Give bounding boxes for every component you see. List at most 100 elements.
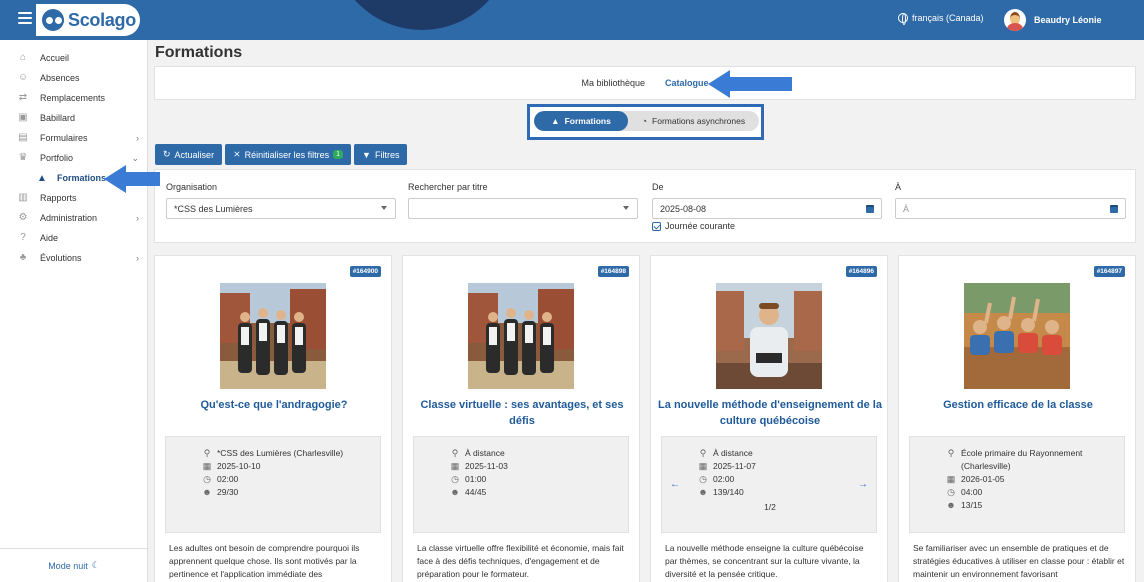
formation-thumbnail (716, 283, 822, 389)
sidebar-item-label: Rapports (40, 193, 77, 203)
detail-seats: ☻ 139/140 (698, 486, 744, 499)
top-bar: Scolago français (Canada) Beaudry Léonie (0, 0, 1144, 40)
formation-description: La classe virtuelle offre flexibilité et… (417, 543, 624, 579)
clock-icon: ◷ (947, 487, 955, 497)
caret-down-icon (623, 206, 629, 210)
formation-card[interactable]: #164897 Gestion efficace de la classe ⚲ É… (898, 255, 1136, 582)
organisation-value: *CSS des Lumières (174, 203, 253, 214)
sidebar-item-absences[interactable]: ☺ Absences (0, 68, 147, 88)
location-text: À distance (713, 448, 753, 458)
language-label: français (Canada) (912, 13, 984, 23)
sidebar-item-label: Remplacements (40, 93, 106, 103)
user-menu[interactable]: Beaudry Léonie (1004, 9, 1102, 31)
reset-filters-button[interactable]: ⨯ Réinitialiser les filtres 1 (225, 144, 352, 165)
users-icon: ☻ (450, 487, 460, 497)
formation-card[interactable]: #164896 La nouvelle méthode d'enseigneme… (650, 255, 888, 582)
duration-text: 02:00 (217, 474, 239, 484)
brand-logo[interactable]: Scolago (36, 4, 140, 36)
date-text: 2025-11-03 (465, 461, 508, 471)
refresh-button[interactable]: ↻ Actualiser (155, 144, 223, 165)
seats-text: 29/30 (217, 487, 239, 497)
date-from-input[interactable]: 2025-08-08 (652, 198, 882, 219)
detail-duration: ◷ 01:00 (450, 473, 486, 486)
formation-card[interactable]: #164898 Classe virtuelle : ses avantages… (402, 255, 640, 582)
formation-title[interactable]: Qu'est-ce que l'andragogie? (161, 397, 387, 413)
detail-location: ⚲ École primaire du Rayonnement (Charlesv… (946, 447, 1116, 473)
sidebar-item-accueil[interactable]: ⌂ Accueil (0, 48, 147, 68)
graduation-cap-icon: ▲ (551, 116, 560, 126)
organisation-select[interactable]: *CSS des Lumières (166, 198, 396, 219)
users-icon: ☻ (946, 500, 956, 510)
avatar (1004, 9, 1026, 31)
map-pin-icon: ⚲ (451, 448, 459, 458)
brand-name: Scolago (68, 9, 136, 30)
seats-text: 139/140 (713, 487, 744, 497)
form-icon: ▤ (18, 132, 28, 143)
sidebar-item-remplacements[interactable]: ⇄ Remplacements (0, 88, 147, 108)
prev-arrow-icon[interactable]: ← (670, 479, 680, 490)
sidebar-item-label: Babillard (40, 113, 76, 123)
subnav-tabs: Ma bibliothèque Catalogue (154, 66, 1136, 100)
formation-thumbnail (468, 283, 574, 389)
hamburger-menu-icon[interactable] (18, 12, 32, 24)
date-text: 2025-10-10 (217, 461, 261, 471)
disc-icon: ◔ (641, 116, 648, 126)
detail-duration: ◷ 02:00 (698, 473, 734, 486)
filters-panel: Organisation *CSS des Lumières Recherche… (154, 169, 1136, 243)
sidebar-item-evolutions[interactable]: ♣ Évolutions › (0, 248, 147, 268)
graduation-cap-icon: ▲ (37, 173, 47, 184)
language-selector[interactable]: français (Canada) (898, 13, 984, 25)
formation-description: Les adultes ont besoin de comprendre pou… (169, 543, 360, 579)
toggle-formations-asynchrones[interactable]: ◔ Formations asynchrones (628, 111, 759, 131)
detail-date: ▦ 2026-01-05 (946, 473, 1005, 486)
sidebar-item-label: Formulaires (40, 133, 88, 143)
formation-details: ⚲ À distance ▦ 2025-11-07 ◷ 02:00 ☻ 139/140 … (661, 436, 877, 533)
date-to-input[interactable]: À (895, 198, 1126, 219)
session-pager: 1/2 (764, 502, 776, 512)
formation-title[interactable]: La nouvelle méthode d'enseignement de la… (657, 397, 883, 429)
next-arrow-icon[interactable]: → (858, 479, 868, 490)
formation-title[interactable]: Classe virtuelle : ses avantages, et ses… (409, 397, 635, 429)
detail-date: ▦ 2025-11-03 (450, 460, 508, 473)
detail-duration: ◷ 02:00 (202, 473, 238, 486)
sidebar-item-label: Portfolio (40, 153, 74, 163)
toggle-formations[interactable]: ▲ Formations (534, 111, 628, 131)
gear-icon: ⚙ (18, 212, 28, 223)
calendar-icon (866, 205, 874, 213)
trophy-icon: ♛ (18, 152, 28, 163)
formation-description: La nouvelle méthode enseigne la culture … (665, 543, 864, 579)
annotation-arrow-formations (104, 165, 160, 193)
calendar-icon: ▦ (946, 474, 956, 484)
current-day-checkbox[interactable]: Journée courante (652, 221, 735, 231)
seats-text: 13/15 (961, 500, 983, 510)
detail-location: ⚲ À distance (698, 447, 753, 460)
formation-id-badge: #164897 (1093, 266, 1125, 277)
formation-title[interactable]: Gestion efficace de la classe (905, 397, 1131, 413)
date-to-placeholder: À (903, 203, 910, 214)
calendar-icon: ▦ (202, 461, 212, 471)
tab-catalogue[interactable]: Catalogue (665, 78, 709, 88)
tab-ma-bibliotheque[interactable]: Ma bibliothèque (581, 78, 645, 88)
toolbar: ↻ Actualiser ⨯ Réinitialiser les filtres 1 … (155, 144, 408, 165)
filter-icon: ▼ (362, 149, 371, 160)
sidebar-item-aide[interactable]: ? Aide (0, 228, 147, 248)
chevron-right-icon: › (136, 213, 139, 223)
date-from-label: De (652, 182, 664, 192)
formation-id-badge: #164898 (597, 266, 629, 277)
caret-down-icon (381, 206, 387, 210)
filters-button[interactable]: ▼ Filtres (354, 144, 408, 165)
organisation-label: Organisation (166, 182, 218, 192)
sidebar-item-babillard[interactable]: ▣ Babillard (0, 108, 147, 128)
sidebar-item-formulaires[interactable]: ▤ Formulaires › (0, 128, 147, 148)
report-icon: ▥ (18, 192, 28, 203)
night-mode-toggle[interactable]: Mode nuit ☾ (0, 548, 148, 582)
formation-description: Se familiariser avec un ensemble de prat… (913, 543, 1125, 579)
home-icon: ⌂ (19, 52, 27, 63)
person-absent-icon: ☺ (18, 72, 29, 83)
detail-seats: ☻ 44/45 (450, 486, 486, 499)
clock-icon: ◷ (451, 474, 459, 484)
title-search-select[interactable] (408, 198, 638, 219)
title-search-label: Rechercher par titre (408, 182, 488, 192)
sidebar-item-administration[interactable]: ⚙ Administration › (0, 208, 147, 228)
formation-card[interactable]: #164900 Qu'est-ce que l'andragogie? ⚲ *CS… (154, 255, 392, 582)
